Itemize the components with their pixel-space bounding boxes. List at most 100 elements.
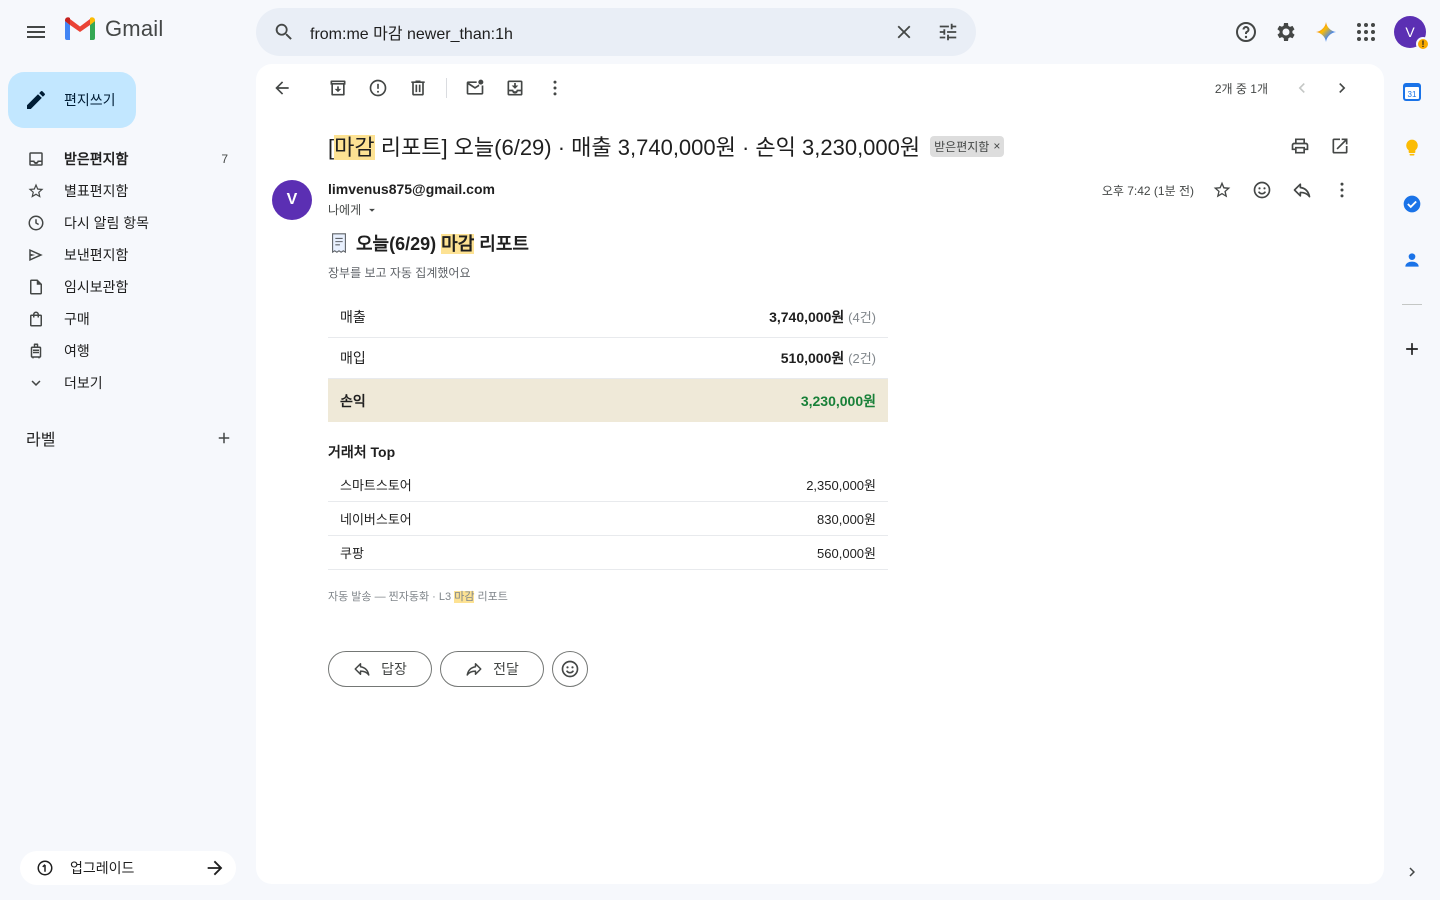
reply-button[interactable]: 답장 [328, 651, 432, 687]
search-bar [256, 8, 976, 56]
summary-label: 매입 [340, 350, 366, 366]
message-more-button[interactable] [1322, 170, 1362, 210]
tasks-app-button[interactable] [1392, 184, 1432, 224]
total-row: 손익 3,230,000원 [328, 379, 888, 422]
main-menu-button[interactable] [16, 12, 56, 52]
contacts-person-icon [1405, 253, 1419, 267]
summary-value: 510,000원 [780, 350, 845, 366]
archive-button[interactable] [318, 68, 358, 108]
partner-name: 쿠팡 [340, 546, 364, 561]
compose-label: 편지쓰기 [64, 92, 116, 108]
back-button[interactable] [262, 68, 302, 108]
more-vert-icon [553, 80, 557, 96]
report-spam-button[interactable] [358, 68, 398, 108]
show-side-panel-button[interactable] [1392, 852, 1432, 892]
chevron-down-icon [31, 380, 41, 386]
newer-button[interactable] [1282, 68, 1322, 108]
sender-email[interactable]: limvenus875@gmail.com [328, 181, 495, 197]
star-icon [28, 183, 44, 198]
account-avatar[interactable]: V ! [1394, 16, 1430, 51]
email-subject: [마감 리포트] 오늘(6/29) · 매출 3,740,000원 · 손익 3… [328, 135, 921, 160]
mark-unread-button[interactable] [455, 68, 495, 108]
contacts-app-button[interactable] [1392, 240, 1432, 280]
chevron-right-icon [1339, 83, 1346, 93]
sidebar-item-label: 구매 [64, 311, 90, 327]
clear-search-button[interactable] [884, 12, 924, 52]
help-icon [1236, 22, 1256, 42]
keep-app-button[interactable] [1392, 128, 1432, 168]
remove-label-button[interactable]: × [993, 139, 1000, 153]
support-button[interactable] [1226, 12, 1266, 52]
inbox-label-chip[interactable]: 받은편지함 × [930, 135, 1005, 157]
table-row: 매입 510,000원 (2건) [328, 338, 888, 379]
forward-button[interactable]: 전달 [440, 651, 544, 687]
print-icon [1291, 138, 1309, 154]
gemini-button[interactable] [1306, 12, 1346, 52]
table-row: 매출 3,740,000원 (4건) [328, 297, 888, 338]
message-toolbar [262, 68, 575, 108]
star-outline-icon [1213, 181, 1231, 198]
luggage-icon [30, 343, 42, 359]
sidebar-item-more[interactable]: 더보기 [0, 367, 256, 399]
sidebar-item-label: 별표편지함 [64, 183, 129, 199]
message-body: 오늘(6/29) 마감 리포트 장부를 보고 자동 집계했어요 매출 3,740… [328, 224, 888, 604]
open-new-window-button[interactable] [1320, 126, 1360, 166]
emoji-reaction-button[interactable] [552, 651, 588, 687]
svg-text:31: 31 [1408, 90, 1417, 99]
trash-icon [411, 80, 425, 96]
delete-button[interactable] [398, 68, 438, 108]
sidebar-item-inbox[interactable]: 받은편지함 7 [0, 143, 256, 175]
upgrade-button[interactable]: 업그레이드 [20, 851, 236, 885]
gmail-logo[interactable]: Gmail [63, 16, 163, 42]
reply-icon-button[interactable] [1282, 170, 1322, 210]
sidebar-item-label: 받은편지함 [64, 151, 129, 167]
more-actions-button[interactable] [535, 68, 575, 108]
receipt-icon [332, 233, 346, 254]
tune-icon [939, 23, 957, 41]
print-button[interactable] [1280, 126, 1320, 166]
search-input[interactable] [310, 20, 870, 44]
apps-button[interactable] [1346, 12, 1386, 52]
partner-amount: 830,000원 [817, 512, 876, 527]
sidebar-item-snoozed[interactable]: 다시 알림 항목 [0, 207, 256, 239]
arrow-right-icon [207, 860, 223, 876]
open-in-new-icon [1332, 138, 1348, 154]
sender-avatar[interactable]: V [272, 180, 312, 220]
star-button[interactable] [1202, 170, 1242, 210]
sidebar-item-label: 임시보관함 [64, 279, 129, 295]
gemini-sparkle-icon [1316, 22, 1336, 42]
report-icon [369, 79, 387, 97]
close-icon [897, 25, 911, 39]
compose-button[interactable]: 편지쓰기 [8, 72, 136, 128]
table-row: 네이버스토어 830,000원 [328, 502, 888, 536]
react-button[interactable] [1242, 170, 1282, 210]
subject-row: [마감 리포트] 오늘(6/29) · 매출 3,740,000원 · 손익 3… [328, 130, 1005, 162]
move-to-inbox-icon [507, 80, 523, 96]
sidebar-item-label: 여행 [64, 343, 90, 359]
pager-text: 2개 중 1개 [1214, 81, 1268, 96]
create-label-button[interactable] [210, 424, 238, 452]
search-button[interactable] [264, 12, 304, 52]
move-to-button[interactable] [495, 68, 535, 108]
apps-grid-icon [1357, 23, 1375, 41]
sidebar-item-starred[interactable]: 별표편지함 [0, 175, 256, 207]
sidebar-item-sent[interactable]: 보낸편지함 [0, 239, 256, 271]
sidebar-item-purchases[interactable]: 구매 [0, 303, 256, 335]
search-options-button[interactable] [928, 12, 968, 52]
recipient-toggle[interactable]: 나에게 [328, 201, 379, 218]
bag-icon [30, 311, 42, 327]
settings-button[interactable] [1266, 12, 1306, 52]
reply-icon [1293, 183, 1311, 198]
forward-label: 전달 [493, 661, 519, 677]
sidebar-item-drafts[interactable]: 임시보관함 [0, 271, 256, 303]
sidebar-item-travel[interactable]: 여행 [0, 335, 256, 367]
older-button[interactable] [1322, 68, 1362, 108]
calendar-app-button[interactable]: 31 [1392, 72, 1432, 112]
top-partners-table: 스마트스토어 2,350,000원 네이버스토어 830,000원 쿠팡 560… [328, 468, 888, 570]
total-value: 3,230,000원 [800, 392, 876, 409]
get-addons-button[interactable] [1392, 329, 1432, 369]
partner-amount: 560,000원 [817, 546, 876, 561]
mark-unread-icon [466, 79, 484, 95]
unread-count: 7 [221, 152, 228, 166]
archive-icon [330, 80, 346, 96]
